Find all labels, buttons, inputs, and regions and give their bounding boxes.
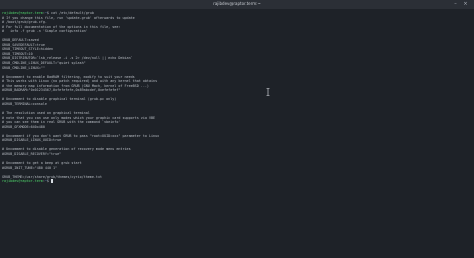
ibeam-cursor-icon [266,88,270,96]
prompt-line-active[interactable]: rajibdev@raptor-term:~$ [2,179,472,184]
prompt-user: rajibdev@raptor-term [2,11,43,15]
close-button[interactable]: × [462,1,469,7]
command-output: # If you change this file, run 'update-g… [2,16,472,180]
command-text: cat /etc/default/grub [51,11,94,15]
terminal-output[interactable]: rajibdev@raptor-term:~$ cat /etc/default… [2,11,472,255]
prompt-symbol: $ [46,11,49,15]
text-cursor [51,179,54,184]
title-bar[interactable]: rajibdev@raptor.term:~ – × [0,0,474,9]
terminal-window: rajibdev@raptor.term:~ – × rajibdev@rapt… [0,0,474,258]
window-title: rajibdev@raptor.term:~ [213,1,261,6]
minimize-button[interactable]: – [452,1,459,7]
prompt-symbol: $ [46,179,49,184]
prompt-user: rajibdev@raptor-term [2,179,43,184]
